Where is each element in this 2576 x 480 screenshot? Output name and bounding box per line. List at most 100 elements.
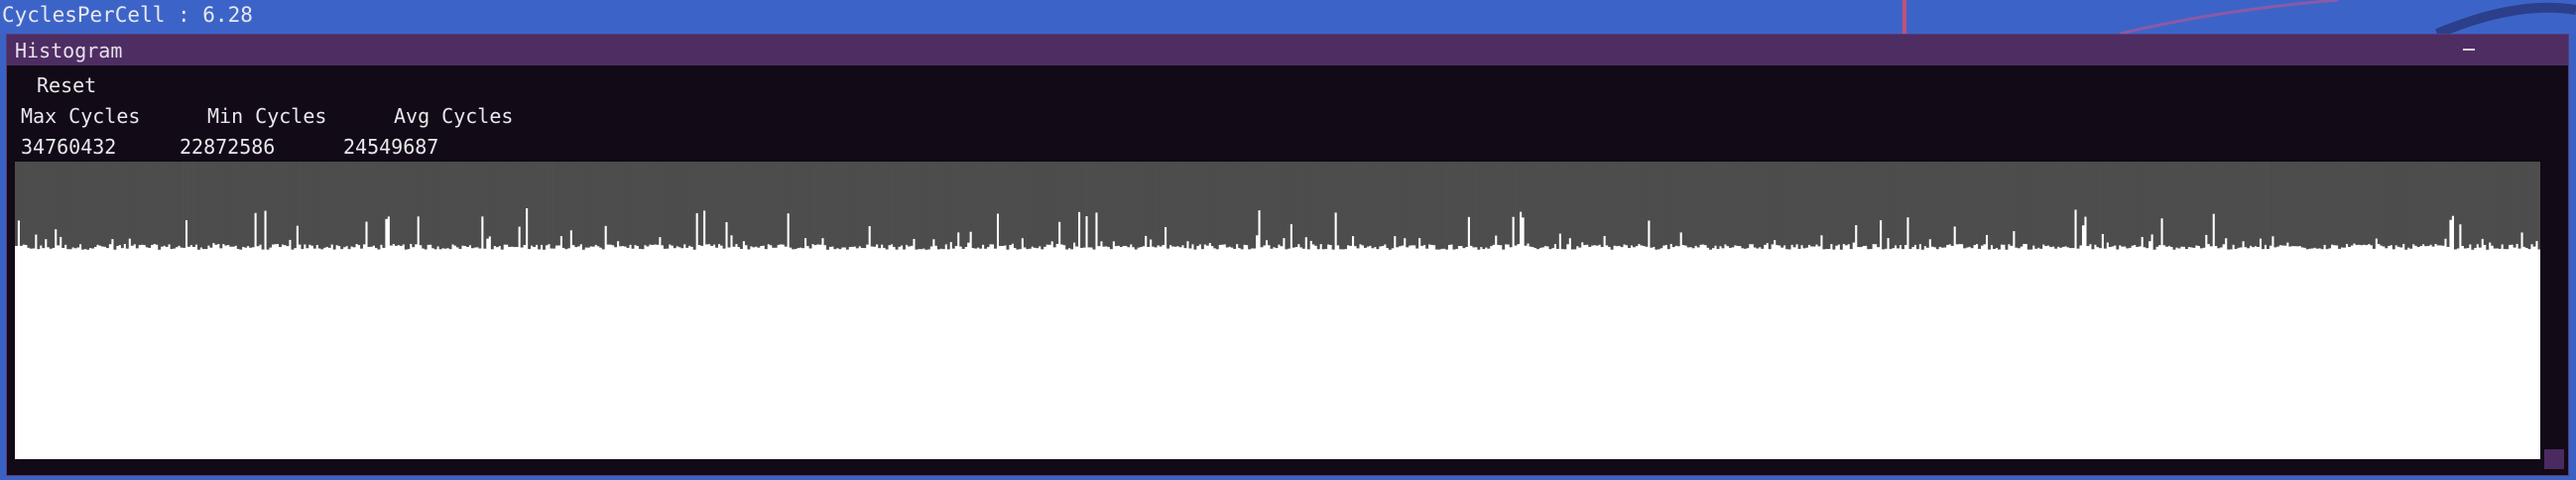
histogram-bar	[2247, 162, 2251, 249]
histogram-bar	[1065, 162, 1069, 250]
histogram-bar	[1538, 162, 1542, 248]
histogram-bar	[44, 162, 48, 240]
histogram-bar	[939, 162, 943, 249]
histogram-bar	[446, 162, 449, 249]
histogram-bar	[1435, 162, 1439, 250]
histogram-bar	[1704, 162, 1708, 246]
histogram-bar	[1142, 162, 1146, 247]
histogram-bar	[2219, 162, 2223, 248]
histogram-bar	[2335, 162, 2339, 246]
histogram-bar	[1696, 162, 1700, 248]
histogram-window: Histogram Reset Max Cycles Min Cycles Av…	[6, 34, 2569, 476]
histogram-bar	[2355, 162, 2359, 245]
histogram-bar	[1195, 162, 1199, 247]
histogram-bar	[2227, 162, 2231, 250]
histogram-bar	[47, 162, 51, 248]
histogram-bar	[382, 162, 386, 248]
histogram-bar	[1565, 162, 1569, 245]
histogram-bar	[2375, 162, 2379, 239]
resize-grip-icon[interactable]	[2544, 449, 2564, 469]
histogram-bar	[2288, 162, 2292, 247]
histogram-bar	[246, 162, 250, 247]
histogram-bar	[646, 162, 650, 247]
histogram-bar	[764, 162, 768, 250]
histogram-bar	[1945, 162, 1949, 245]
histogram-bar	[414, 162, 418, 245]
histogram-bar	[1031, 162, 1035, 247]
histogram-bar	[624, 162, 628, 247]
histogram-bar	[436, 162, 440, 247]
histogram-bar	[2214, 162, 2218, 247]
histogram-bar	[1144, 162, 1148, 236]
histogram-bar	[792, 162, 796, 250]
histogram-bar	[480, 162, 484, 217]
histogram-bar	[88, 162, 92, 249]
histogram-bar	[2257, 162, 2260, 248]
histogram-bar	[76, 162, 80, 248]
histogram-bar	[1555, 162, 1559, 249]
histogram-bar	[461, 162, 464, 246]
histogram-bar	[312, 162, 316, 249]
histogram-bar	[1990, 162, 1994, 246]
histogram-bar	[2071, 162, 2075, 249]
histogram-titlebar[interactable]: Histogram	[7, 35, 2568, 65]
histogram-bar	[54, 162, 58, 230]
histogram-bar	[2207, 162, 2211, 245]
histogram-bar	[1795, 162, 1799, 245]
histogram-bar	[2300, 162, 2304, 248]
histogram-bar	[1057, 162, 1061, 222]
histogram-bar	[419, 162, 423, 246]
histogram-bar	[1674, 162, 1678, 246]
histogram-bar	[1346, 162, 1350, 246]
histogram-bar	[266, 162, 270, 250]
histogram-bar	[538, 162, 541, 250]
histogram-bar	[913, 162, 916, 239]
histogram-bar	[1862, 162, 1866, 246]
histogram-bar	[488, 162, 492, 237]
histogram-bar	[394, 162, 398, 246]
histogram-plot[interactable]	[15, 162, 2540, 459]
histogram-bar	[422, 162, 426, 249]
histogram-bar	[1013, 162, 1017, 249]
histogram-bar	[307, 162, 311, 245]
histogram-bar	[1228, 162, 1232, 247]
histogram-bar	[2138, 162, 2142, 247]
histogram-bar	[1218, 162, 1222, 245]
histogram-bar	[989, 162, 992, 245]
histogram-bar	[1011, 162, 1015, 244]
histogram-bar	[1260, 162, 1264, 248]
histogram-bar	[322, 162, 326, 248]
histogram-bar	[34, 162, 38, 235]
histogram-bar	[1250, 162, 1254, 249]
histogram-bar	[2522, 162, 2526, 247]
histogram-bar	[1304, 162, 1308, 238]
histogram-bar	[372, 162, 376, 246]
histogram-bar	[101, 162, 104, 247]
histogram-bar	[143, 162, 147, 246]
reset-button[interactable]: Reset	[31, 72, 102, 98]
histogram-bar	[1176, 162, 1179, 247]
histogram-bar	[1943, 162, 1947, 248]
histogram-bar	[813, 162, 817, 246]
histogram-bar	[1933, 162, 1937, 248]
histogram-bar	[2254, 162, 2258, 247]
histogram-bar	[772, 162, 776, 248]
histogram-bar	[1278, 162, 1281, 245]
histogram-bar	[1588, 162, 1592, 247]
histogram-bar	[384, 162, 388, 219]
histogram-bar	[1270, 162, 1274, 249]
histogram-bar	[690, 162, 694, 247]
histogram-bar	[1075, 162, 1079, 247]
histogram-bar	[926, 162, 930, 250]
histogram-bar	[1763, 162, 1767, 245]
histogram-bar	[2096, 162, 2100, 248]
collapse-icon[interactable]	[2463, 49, 2475, 51]
histogram-bar	[885, 162, 889, 250]
histogram-bar	[2426, 162, 2430, 247]
histogram-bar	[1671, 162, 1675, 248]
histogram-bar	[57, 162, 61, 246]
histogram-bar	[168, 162, 172, 245]
histogram-bar	[2224, 162, 2228, 239]
avg-cycles-label: Avg Cycles	[394, 104, 514, 128]
histogram-bar	[757, 162, 761, 248]
